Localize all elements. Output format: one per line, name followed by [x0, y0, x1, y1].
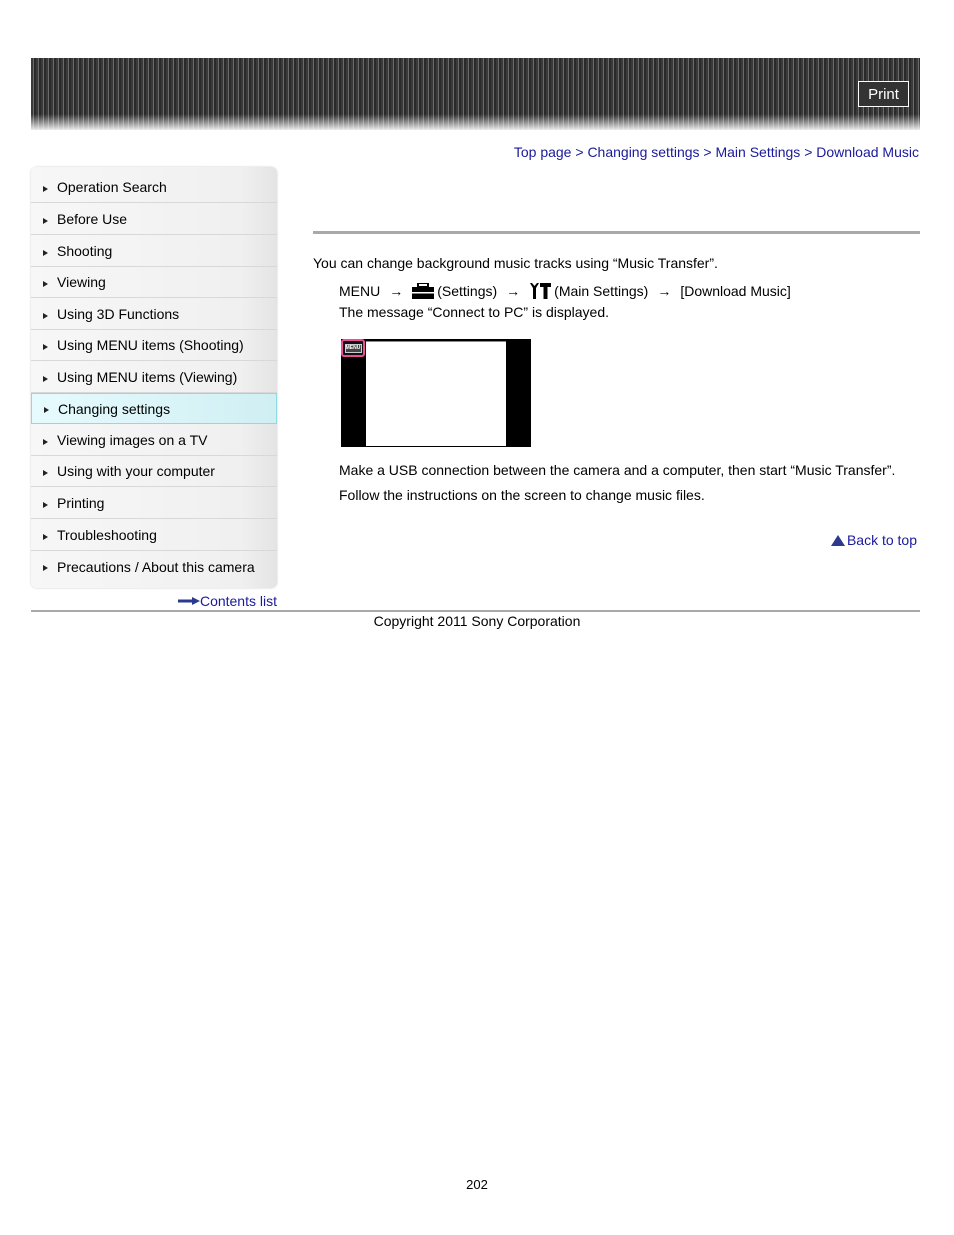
connect-message: The message “Connect to PC” is displayed… [339, 304, 610, 320]
sidebar-item-menu-viewing[interactable]: Using MENU items (Viewing) [31, 362, 277, 393]
footer-divider [31, 610, 920, 612]
triangle-right-icon [43, 185, 48, 192]
triangle-right-icon [43, 312, 48, 319]
sidebar-item-label: Printing [57, 495, 105, 511]
triangle-right-icon [43, 533, 48, 540]
sidebar-item-changing-settings[interactable]: Changing settings [31, 393, 277, 424]
step-main-settings: (Main Settings) [554, 283, 649, 299]
sidebar-item-label: Before Use [57, 211, 128, 227]
breadcrumb-separator: > [575, 144, 588, 160]
wrench-hammer-icon [530, 283, 552, 299]
triangle-right-icon [43, 217, 48, 224]
breadcrumb-main-settings[interactable]: Main Settings [715, 144, 800, 160]
triangle-right-icon [43, 375, 48, 382]
intro-text: You can change background music tracks u… [313, 255, 718, 271]
sidebar-item-label: Using MENU items (Shooting) [57, 337, 244, 353]
sidebar-item-menu-shooting[interactable]: Using MENU items (Shooting) [31, 330, 277, 361]
sidebar-item-3d-functions[interactable]: Using 3D Functions [31, 299, 277, 330]
breadcrumb-separator: > [703, 144, 716, 160]
sidebar-item-label: Viewing [57, 274, 106, 290]
sidebar-item-label: Using MENU items (Viewing) [57, 369, 238, 385]
camera-screen-illustration: MENU [341, 339, 531, 447]
sidebar-item-label: Shooting [57, 243, 113, 259]
step-download-music: [Download Music] [680, 283, 791, 299]
triangle-right-icon [43, 438, 48, 445]
menu-button-label: MENU [344, 343, 362, 353]
breadcrumb: Top page > Changing settings > Main Sett… [514, 144, 919, 160]
page-header-banner: Print [31, 58, 920, 130]
arrow-icon: → [657, 283, 672, 299]
sidebar-item-shooting[interactable]: Shooting [31, 236, 277, 267]
sidebar-nav: Operation Search Before Use Shooting Vie… [31, 167, 277, 588]
sidebar-item-before-use[interactable]: Before Use [31, 204, 277, 235]
sidebar-item-label: Troubleshooting [57, 527, 157, 543]
triangle-right-icon [43, 565, 48, 571]
sidebar-item-operation-search[interactable]: Operation Search [31, 172, 277, 203]
step-usb-connection: Make a USB connection between the camera… [339, 462, 896, 478]
triangle-right-icon [43, 343, 48, 350]
sidebar-item-label: Viewing images on a TV [57, 432, 208, 448]
breadcrumb-download-music[interactable]: Download Music [816, 144, 919, 160]
menu-steps: MENU → (Settings) → (Main Settings) → [D… [339, 282, 791, 300]
triangle-right-icon [44, 407, 49, 413]
step-settings: (Settings) [437, 283, 498, 299]
page-number: 202 [466, 1177, 488, 1192]
triangle-right-icon [43, 249, 48, 256]
breadcrumb-top-page[interactable]: Top page [514, 144, 572, 160]
sidebar-item-viewing-tv[interactable]: Viewing images on a TV [31, 425, 277, 456]
breadcrumb-changing-settings[interactable]: Changing settings [587, 144, 699, 160]
title-divider [313, 231, 920, 234]
arrow-right-icon [177, 597, 200, 605]
menu-button-highlight: MENU [341, 339, 365, 357]
sidebar-item-precautions[interactable]: Precautions / About this camera [31, 551, 277, 582]
sidebar-item-label: Using 3D Functions [57, 306, 180, 322]
triangle-right-icon [43, 501, 48, 508]
step-menu: MENU [339, 283, 381, 299]
back-to-top-link[interactable]: Back to top [830, 532, 917, 548]
arrow-icon: → [389, 283, 404, 299]
sidebar-item-label: Changing settings [58, 400, 171, 417]
contents-list-link[interactable]: Contents list [177, 593, 277, 609]
triangle-right-icon [43, 280, 48, 287]
sidebar-item-label: Using with your computer [57, 463, 215, 479]
sidebar-item-label: Precautions / About this camera [57, 558, 255, 575]
screen-display-area [366, 341, 506, 446]
breadcrumb-separator: > [804, 144, 817, 160]
step-follow-instructions: Follow the instructions on the screen to… [339, 487, 705, 503]
back-to-top-label: Back to top [846, 532, 917, 548]
sidebar-item-printing[interactable]: Printing [31, 488, 277, 519]
triangle-right-icon [43, 469, 48, 476]
copyright-text: Copyright 2011 Sony Corporation [373, 613, 581, 629]
arrow-icon: → [506, 283, 521, 299]
triangle-up-icon [830, 534, 845, 546]
print-button[interactable]: Print [858, 81, 909, 107]
sidebar-item-label: Operation Search [57, 179, 167, 195]
sidebar-item-viewing[interactable]: Viewing [31, 267, 277, 298]
contents-list-label: Contents list [199, 593, 277, 609]
sidebar-item-computer[interactable]: Using with your computer [31, 456, 277, 487]
sidebar-item-troubleshooting[interactable]: Troubleshooting [31, 520, 277, 551]
toolbox-icon [412, 283, 435, 299]
